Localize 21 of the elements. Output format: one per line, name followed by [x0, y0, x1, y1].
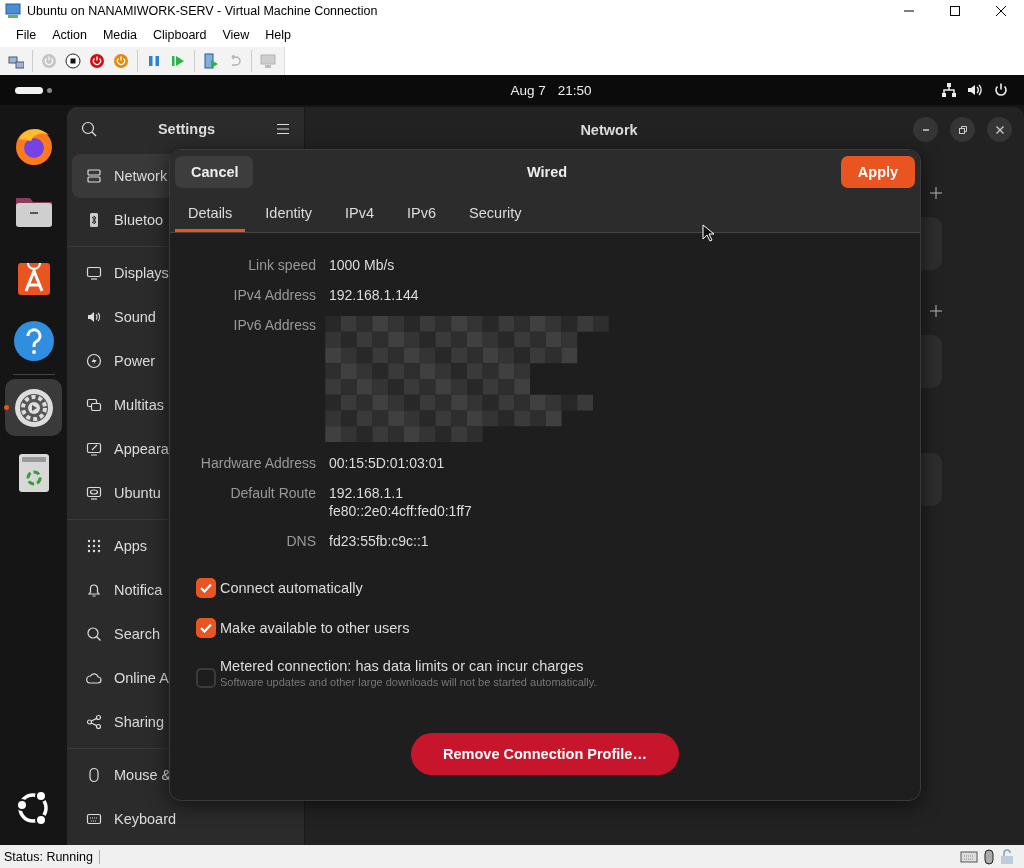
- checkbox-label: Connect automatically: [220, 579, 363, 598]
- field-label: IPv6 Address: [232, 316, 316, 334]
- field-value: 1000 Mb/s: [329, 256, 395, 274]
- hint-text: Software updates and other large downloads will not be started automatically.: [220, 675, 597, 689]
- checkbox-label: Metered connection: has data limits or can incur charges: [220, 658, 585, 675]
- field-value: 192.168.1.144: [329, 286, 419, 304]
- field-label: Link speed: [247, 256, 316, 274]
- field-value: fe80::2e0:4cff:fed0:1ff7: [329, 502, 472, 520]
- field-label: DNS: [285, 532, 316, 550]
- status-text: Status: Running: [0, 849, 100, 864]
- field-value: 192.168.1.1: [329, 484, 403, 502]
- window-title: Ubuntu on NANAMIWORK-SERV - Virtual Machine Connection: [27, 4, 379, 18]
- sidebar-title: Settings: [157, 120, 216, 137]
- page-title: Network: [579, 121, 639, 138]
- field-value: fd23:55fb:c9c::1: [329, 532, 429, 550]
- dialog-title: Wired: [526, 164, 568, 180]
- field-label: Default Route: [229, 484, 316, 502]
- checkbox-label: Make available to other users: [220, 619, 410, 638]
- field-label: Hardware Address: [199, 454, 316, 472]
- field-value: 00:15:5D:01:03:01: [329, 454, 445, 472]
- field-label: IPv4 Address: [232, 286, 316, 304]
